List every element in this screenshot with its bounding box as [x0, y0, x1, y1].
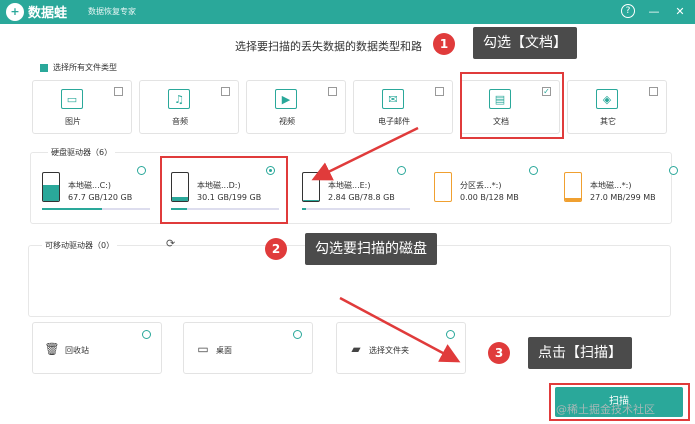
annotation-callout-1: 勾选【文档】: [473, 27, 577, 59]
annotation-callout-2: 勾选要扫描的磁盘: [305, 233, 437, 265]
annotation-badge-2: 2: [265, 238, 287, 260]
annotation-badge-1: 1: [433, 33, 455, 55]
annotation-callout-3: 点击【扫描】: [528, 337, 632, 369]
annotation-badge-3: 3: [488, 342, 510, 364]
